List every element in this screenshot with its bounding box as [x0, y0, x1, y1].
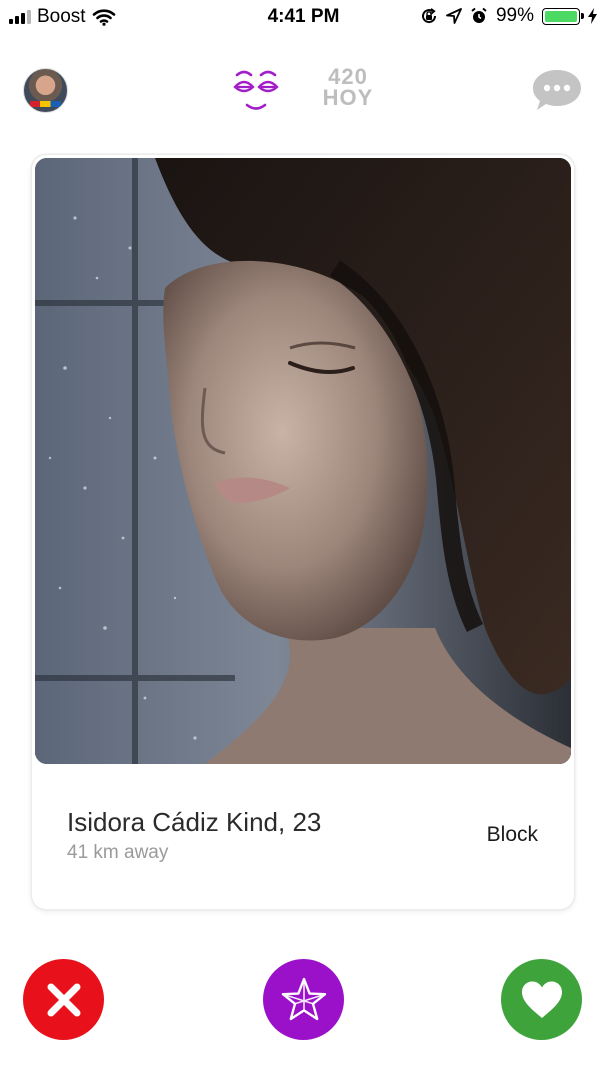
- brand-line-1: 420: [328, 64, 368, 89]
- profile-card[interactable]: Isidora Cádiz Kind, 23 41 km away Block: [32, 155, 574, 909]
- brand-wordmark: 420 HOY: [322, 64, 374, 110]
- battery-percent: 99%: [495, 5, 534, 26]
- profile-name-age: Isidora Cádiz Kind, 23: [67, 807, 322, 837]
- status-bar: Boost 4:41 PM 99%: [0, 0, 607, 34]
- charging-icon: [588, 8, 597, 24]
- orientation-lock-icon: [422, 8, 436, 24]
- star-icon: [281, 977, 326, 1020]
- nope-button[interactable]: [23, 959, 104, 1040]
- alarm-icon: [471, 7, 487, 23]
- sleepy-eyes-logo-icon[interactable]: [233, 65, 279, 115]
- location-icon: [446, 8, 462, 24]
- like-button[interactable]: [501, 959, 582, 1040]
- profile-info: Isidora Cádiz Kind, 23 41 km away: [67, 807, 321, 864]
- status-right: 99%: [420, 5, 597, 27]
- block-button[interactable]: Block: [487, 823, 538, 847]
- app-header: 420 HOY: [0, 58, 607, 122]
- profile-avatar[interactable]: [23, 68, 68, 113]
- super-like-button[interactable]: [263, 959, 344, 1040]
- chat-bubble-icon[interactable]: [531, 66, 583, 114]
- profile-photo[interactable]: [35, 158, 571, 764]
- battery-icon: [542, 7, 584, 25]
- brand-line-2: HOY: [322, 85, 374, 110]
- profile-distance: 41 km away: [67, 842, 169, 863]
- heart-icon: [521, 981, 562, 1018]
- close-icon: [47, 983, 80, 1016]
- battery-level-fill: [545, 10, 577, 22]
